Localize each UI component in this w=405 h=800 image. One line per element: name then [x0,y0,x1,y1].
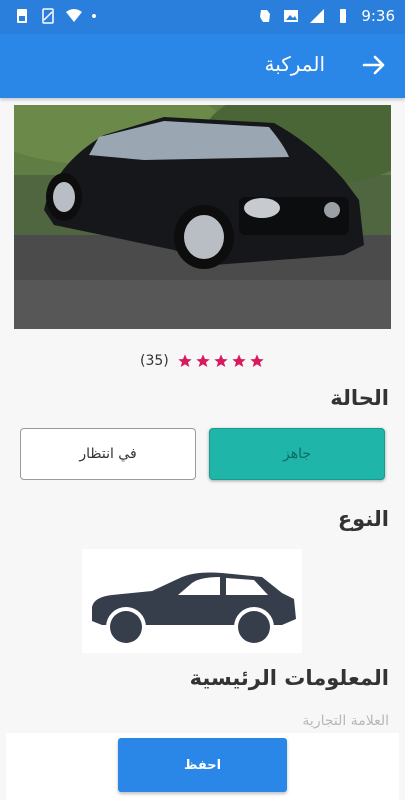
star-icon [178,354,192,367]
sedan-type-option[interactable] [82,549,302,653]
star-icon [196,354,210,367]
brand-field-label: العلامة التجارية [302,713,389,729]
status-time: 9:36 [361,7,395,25]
rating-count: (35) [140,353,169,369]
evernote-icon [260,10,271,22]
star-icon [250,354,264,367]
signal-icon [310,9,325,23]
status-bar: 9:36 [0,0,405,34]
sedan-icon [92,572,296,647]
star-icon [214,354,228,367]
status-pending-button[interactable]: في انتظار [20,428,196,480]
type-section-title: النوع [337,507,389,531]
page-title: المركبة [264,52,325,76]
vehicle-photo [14,105,391,329]
no-sim-icon [42,8,54,24]
sim-icon [17,9,27,23]
status-section-title: الحالة [330,386,389,410]
rating: (35) [140,350,270,372]
status-ready-button[interactable]: جاهز [209,428,385,480]
wifi-icon [66,9,82,22]
battery-icon [340,9,347,23]
dot-icon [92,14,96,18]
main-info-section-title: المعلومات الرئيسية [189,666,389,690]
star-icon [232,354,246,367]
save-button[interactable]: احفظ [118,738,287,792]
back-arrow-icon[interactable] [359,50,389,80]
image-icon [284,10,299,22]
app-bar: المركبة [0,34,405,98]
bottom-action-bar: احفظ [6,733,399,800]
